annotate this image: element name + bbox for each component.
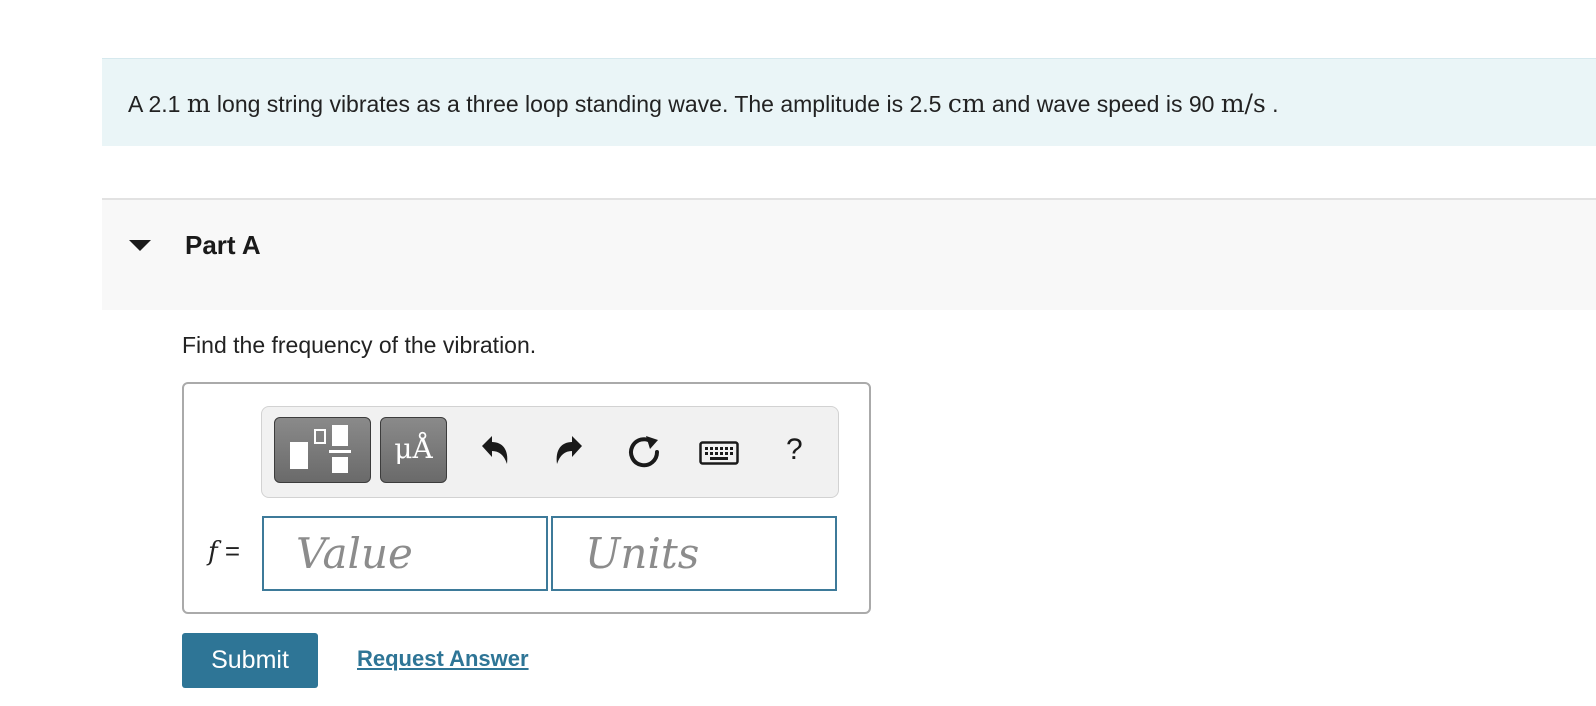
value-input[interactable] xyxy=(262,516,548,591)
unit-meters: m xyxy=(186,89,211,118)
equals-sign: = xyxy=(224,536,241,566)
part-title: Part A xyxy=(185,230,261,260)
units-input[interactable] xyxy=(551,516,837,591)
submit-button[interactable]: Submit xyxy=(182,633,318,688)
collapse-caret-icon[interactable] xyxy=(129,240,151,251)
units-button[interactable]: μÅ xyxy=(380,417,447,483)
templates-icon xyxy=(290,425,351,473)
question-text: Find the frequency of the vibration. xyxy=(182,332,537,358)
page: A 2.1 m long string vibrates as a three … xyxy=(0,0,1596,706)
keyboard-icon[interactable] xyxy=(699,441,739,467)
problem-text-3: and wave speed is 90 xyxy=(985,91,1221,117)
unit-centimeters: cm xyxy=(947,89,986,118)
problem-statement-box: A 2.1 m long string vibrates as a three … xyxy=(102,58,1596,146)
problem-text-2: long string vibrates as a three loop sta… xyxy=(210,91,948,117)
redo-icon[interactable] xyxy=(552,433,586,469)
request-answer-link[interactable]: Request Answer xyxy=(357,646,529,672)
templates-button[interactable] xyxy=(274,417,371,483)
answer-box: μÅ ? f = Value Units xyxy=(182,382,871,614)
part-a-header[interactable]: Part A xyxy=(102,198,1596,310)
variable-label: f = xyxy=(208,536,240,567)
variable-name: f xyxy=(208,537,218,567)
reset-icon[interactable] xyxy=(627,433,663,471)
math-toolbar: μÅ ? xyxy=(261,406,839,498)
unit-meters-per-second: m/s xyxy=(1220,89,1266,118)
help-icon[interactable]: ? xyxy=(786,433,803,467)
problem-statement: A 2.1 m long string vibrates as a three … xyxy=(128,89,1279,118)
problem-text-4: . xyxy=(1265,91,1279,117)
problem-text-1: A 2.1 xyxy=(128,91,187,117)
undo-icon[interactable] xyxy=(478,433,512,469)
units-icon: μÅ xyxy=(394,432,433,465)
